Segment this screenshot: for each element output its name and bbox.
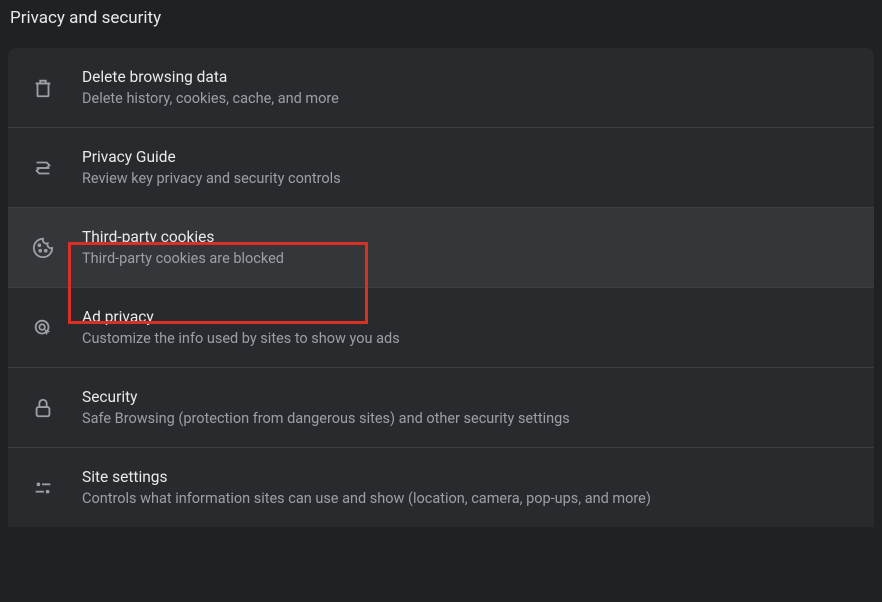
- row-title: Delete browsing data: [82, 68, 339, 86]
- row-ad-privacy[interactable]: Ad privacy Customize the info used by si…: [8, 288, 874, 368]
- row-text: Ad privacy Customize the info used by si…: [82, 308, 400, 347]
- row-title: Privacy Guide: [82, 148, 341, 166]
- guide-icon: [30, 155, 56, 181]
- row-desc: Third-party cookies are blocked: [82, 250, 284, 267]
- row-title: Third-party cookies: [82, 228, 284, 246]
- row-third-party-cookies[interactable]: Third-party cookies Third-party cookies …: [8, 208, 874, 288]
- row-text: Delete browsing data Delete history, coo…: [82, 68, 339, 107]
- row-privacy-guide[interactable]: Privacy Guide Review key privacy and sec…: [8, 128, 874, 208]
- page-title: Privacy and security: [0, 0, 882, 48]
- row-desc: Controls what information sites can use …: [82, 490, 651, 507]
- row-desc: Review key privacy and security controls: [82, 170, 341, 187]
- privacy-settings-panel: Delete browsing data Delete history, coo…: [8, 48, 874, 527]
- ads-click-icon: [30, 315, 56, 341]
- tune-icon: [30, 475, 56, 501]
- row-text: Site settings Controls what information …: [82, 468, 651, 507]
- row-title: Security: [82, 388, 570, 406]
- lock-icon: [30, 395, 56, 421]
- row-security[interactable]: Security Safe Browsing (protection from …: [8, 368, 874, 448]
- row-desc: Delete history, cookies, cache, and more: [82, 90, 339, 107]
- trash-icon: [30, 75, 56, 101]
- row-title: Ad privacy: [82, 308, 400, 326]
- cookie-icon: [30, 235, 56, 261]
- row-site-settings[interactable]: Site settings Controls what information …: [8, 448, 874, 527]
- row-title: Site settings: [82, 468, 651, 486]
- row-delete-browsing-data[interactable]: Delete browsing data Delete history, coo…: [8, 48, 874, 128]
- row-text: Third-party cookies Third-party cookies …: [82, 228, 284, 267]
- row-text: Privacy Guide Review key privacy and sec…: [82, 148, 341, 187]
- row-text: Security Safe Browsing (protection from …: [82, 388, 570, 427]
- row-desc: Customize the info used by sites to show…: [82, 330, 400, 347]
- row-desc: Safe Browsing (protection from dangerous…: [82, 410, 570, 427]
